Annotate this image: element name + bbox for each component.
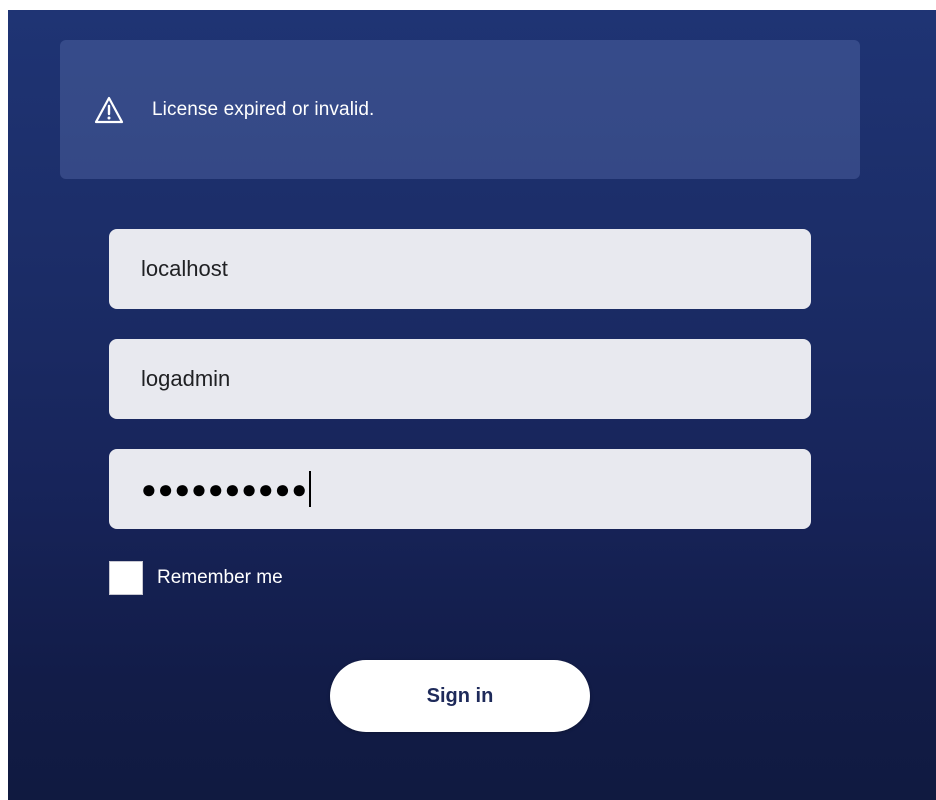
alert-message: License expired or invalid. (152, 98, 375, 120)
warning-triangle-icon (92, 93, 126, 127)
login-panel: License expired or invalid. localhost lo… (8, 10, 936, 800)
password-masked-value: ●●●●●●●●●● (141, 474, 309, 504)
username-input[interactable]: logadmin (109, 339, 811, 419)
sign-in-button[interactable]: Sign in (330, 660, 590, 732)
remember-me-row: Remember me (109, 561, 283, 595)
remember-me-label[interactable]: Remember me (157, 567, 283, 589)
server-input-value: localhost (141, 256, 228, 281)
remember-me-checkbox[interactable] (109, 561, 143, 595)
username-input-value: logadmin (141, 366, 231, 391)
password-input[interactable]: ●●●●●●●●●● (109, 449, 811, 529)
window-frame: License expired or invalid. localhost lo… (0, 0, 936, 800)
server-input[interactable]: localhost (109, 229, 811, 309)
text-caret (309, 471, 312, 508)
license-alert-banner: License expired or invalid. (60, 40, 860, 179)
